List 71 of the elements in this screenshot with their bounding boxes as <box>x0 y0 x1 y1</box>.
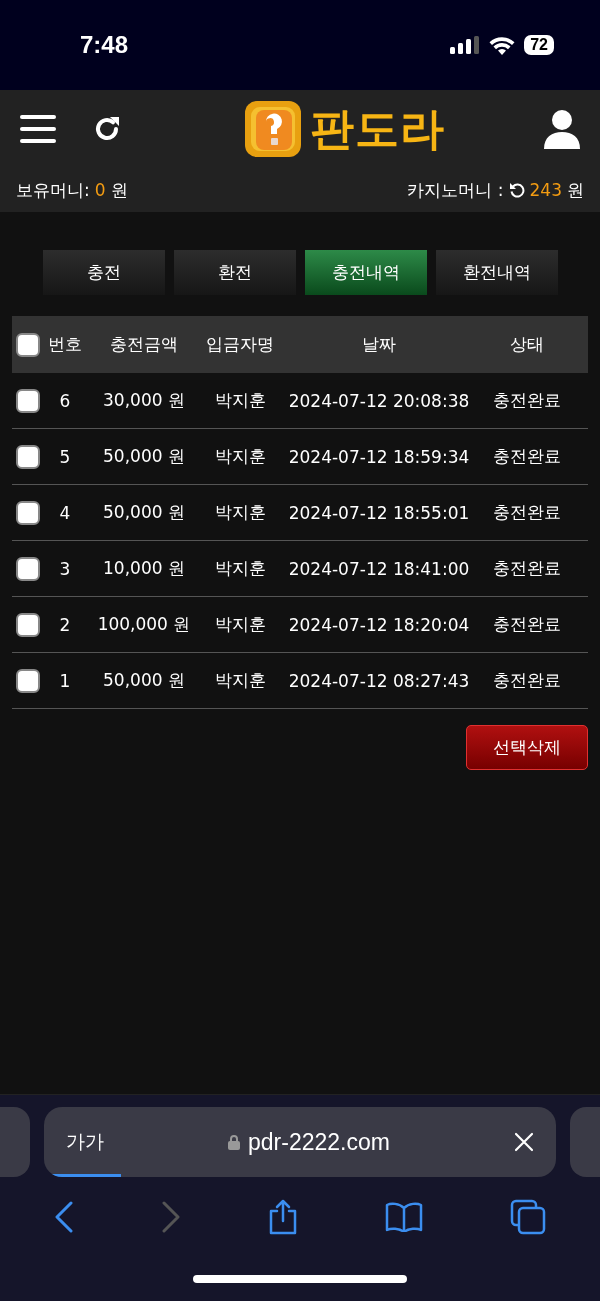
row-checkbox[interactable] <box>16 668 40 693</box>
row-checkbox[interactable] <box>16 388 40 413</box>
table-cell-text: 박지훈 <box>213 445 267 468</box>
lock-icon <box>228 1134 241 1150</box>
casino-label: 카지노머니 : <box>407 178 504 202</box>
table-cell-text: 1 <box>58 670 72 691</box>
battery-indicator: 72 <box>524 35 554 55</box>
table-cell-text: 박지훈 <box>213 613 267 636</box>
casino-amount: 243 <box>529 180 562 200</box>
table-cell-text: 2024-07-12 08:27:43 <box>287 670 471 691</box>
table-cell-text: 50,000 원 <box>102 445 186 468</box>
table-cell-text: 박지훈 <box>213 669 267 692</box>
table-cell-text: 50,000 원 <box>102 501 186 524</box>
user-icon[interactable] <box>544 109 580 149</box>
tab[interactable]: 환전내역 <box>435 250 558 295</box>
table-cell-text: 충전완료 <box>492 445 562 468</box>
signal-icon <box>450 36 481 54</box>
wallet-label: 보유머니: <box>16 178 90 202</box>
logo-text: 판도라 <box>309 101 445 156</box>
text-size-button[interactable]: 가가 <box>66 1129 104 1155</box>
back-icon[interactable] <box>53 1201 74 1233</box>
tab[interactable]: 환전 <box>173 250 296 295</box>
table-cell-text: 100,000 원 <box>96 613 192 636</box>
tab[interactable]: 충전내역 <box>304 250 427 295</box>
share-icon[interactable] <box>267 1199 298 1235</box>
tabs-icon[interactable] <box>510 1199 547 1235</box>
table-cell-text: 2024-07-12 18:20:04 <box>287 614 471 635</box>
select-all-checkbox[interactable] <box>16 332 40 357</box>
table-cell-text: 50,000 원 <box>102 669 186 692</box>
casino-unit: 원 <box>567 178 584 202</box>
table-cell-text: 충전완료 <box>492 557 562 580</box>
table-cell-text: 4 <box>58 502 72 523</box>
menu-icon[interactable] <box>20 114 56 144</box>
forward-icon[interactable] <box>160 1201 181 1233</box>
table-cell-text: 6 <box>58 390 72 411</box>
bookmarks-icon[interactable] <box>385 1202 424 1232</box>
table-cell-text: 2024-07-12 18:41:00 <box>287 558 471 579</box>
wifi-icon <box>489 35 516 55</box>
column-header: 입금자명 <box>205 333 275 356</box>
table-cell-text: 충전완료 <box>492 501 562 524</box>
wallet-amount: 0 <box>94 180 106 200</box>
row-checkbox[interactable] <box>16 556 40 581</box>
tab[interactable]: 충전 <box>42 250 165 295</box>
table-cell-text: 2 <box>58 614 72 635</box>
table-cell-text: 2024-07-12 20:08:38 <box>287 390 471 411</box>
table-cell-text: 3 <box>58 558 72 579</box>
table-cell-text: 충전완료 <box>492 613 562 636</box>
table-cell-text: 박지훈 <box>213 501 267 524</box>
row-checkbox[interactable] <box>16 444 40 469</box>
table-cell-text: 충전완료 <box>492 389 562 412</box>
table-cell-text: 2024-07-12 18:59:34 <box>287 446 471 467</box>
table-cell-text: 박지훈 <box>213 389 267 412</box>
column-header: 날짜 <box>361 333 397 356</box>
url-text: pdr-2222.com <box>248 1128 390 1156</box>
address-bar[interactable]: 가가 pdr-2222.com <box>44 1107 556 1177</box>
table-cell-text: 2024-07-12 18:55:01 <box>287 502 471 523</box>
column-header: 번호 <box>47 333 83 356</box>
table-cell-text: 충전완료 <box>492 669 562 692</box>
delete-selected-button[interactable]: 선택삭제 <box>466 725 588 770</box>
close-icon[interactable] <box>514 1132 534 1152</box>
table-cell-text: 5 <box>58 446 72 467</box>
row-checkbox[interactable] <box>16 500 40 525</box>
table-cell-text: 박지훈 <box>213 557 267 580</box>
row-checkbox[interactable] <box>16 612 40 637</box>
status-time: 7:48 <box>80 31 129 59</box>
column-header: 충전금액 <box>109 333 179 356</box>
wallet-unit: 원 <box>110 178 128 202</box>
table-cell-text: 30,000 원 <box>102 389 186 412</box>
column-header: 상태 <box>509 333 545 356</box>
table-cell-text: 10,000 원 <box>102 557 186 580</box>
reload-icon[interactable] <box>508 182 525 198</box>
